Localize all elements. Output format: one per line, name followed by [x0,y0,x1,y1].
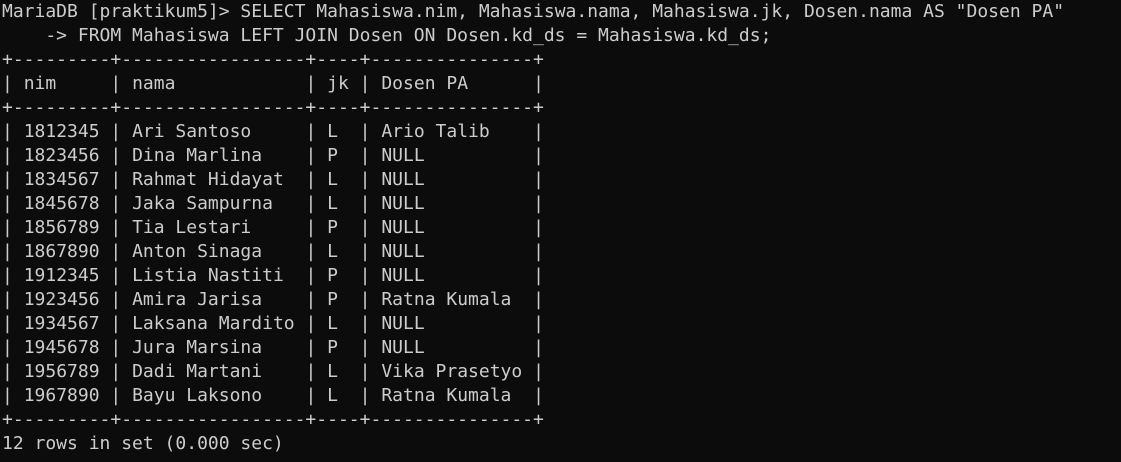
table-cell: 1945678 [23,337,100,358]
column-header: Dosen PA [381,73,469,94]
table-cell: P [327,337,338,358]
table-cell: NULL [381,265,425,286]
table-cell: NULL [381,313,425,334]
result-table: +---------+-----------------+----+------… [2,48,1121,432]
sql-command-continuation: FROM Mahasiswa LEFT JOIN Dosen ON Dosen.… [77,25,772,46]
column-header: nama [132,73,176,94]
table-cell: Jura Marsina [132,337,263,358]
table-row: | 1956789 | Dadi Martani | L | Vika Pras… [2,361,544,382]
table-border: +---------+-----------------+----+------… [2,49,544,70]
table-row: | 1812345 | Ari Santoso | L | Ario Talib… [2,121,544,142]
table-row: | 1967890 | Bayu Laksono | L | Ratna Kum… [2,385,544,406]
command-line-2: -> FROM Mahasiswa LEFT JOIN Dosen ON Dos… [2,24,1121,48]
table-cell: Anton Sinaga [132,241,263,262]
table-cell: NULL [381,241,425,262]
table-cell: Laksana Mardito [132,313,295,334]
table-cell: L [327,169,338,190]
mariadb-prompt: MariaDB [praktikum5]> [2,1,241,22]
table-cell: Dina Marlina [132,145,263,166]
table-cell: L [327,241,338,262]
table-border: +---------+-----------------+----+------… [2,409,544,430]
column-header: nim [23,73,57,94]
table-cell: NULL [381,193,425,214]
table-cell: Ari Santoso [132,121,252,142]
table-cell: L [327,385,338,406]
table-cell: 1812345 [23,121,100,142]
table-row: | 1867890 | Anton Sinaga | L | NULL | [2,241,544,262]
table-cell: NULL [381,145,425,166]
table-cell: Bayu Laksono [132,385,263,406]
command-line-1: MariaDB [praktikum5]> SELECT Mahasiswa.n… [2,0,1121,24]
table-cell: 1867890 [23,241,100,262]
table-cell: 1956789 [23,361,100,382]
table-cell: Tia Lestari [132,217,252,238]
table-cell: NULL [381,169,425,190]
result-footer: 12 rows in set (0.000 sec) [2,433,284,454]
table-cell: L [327,121,338,142]
table-header: | nim | nama | jk | Dosen PA | [2,73,544,94]
table-cell: Rahmat Hidayat [132,169,284,190]
table-row: | 1912345 | Listia Nastiti | P | NULL | [2,265,544,286]
table-cell: 1934567 [23,313,100,334]
table-cell: Vika Prasetyo [381,361,523,382]
table-cell: L [327,313,338,334]
table-row: | 1834567 | Rahmat Hidayat | L | NULL | [2,169,544,190]
table-cell: 1923456 [23,289,100,310]
table-cell: Listia Nastiti [132,265,284,286]
table-cell: P [327,217,338,238]
table-row: | 1823456 | Dina Marlina | P | NULL | [2,145,544,166]
table-cell: NULL [381,337,425,358]
table-cell: Jaka Sampurna [132,193,273,214]
table-border: +---------+-----------------+----+------… [2,97,544,118]
terminal-window[interactable]: MariaDB [praktikum5]> SELECT Mahasiswa.n… [0,0,1121,462]
table-cell: Ario Talib [381,121,490,142]
table-cell: 1856789 [23,217,100,238]
table-row: | 1845678 | Jaka Sampurna | L | NULL | [2,193,544,214]
table-cell: P [327,289,338,310]
table-row: | 1934567 | Laksana Mardito | L | NULL | [2,313,544,334]
table-row: | 1856789 | Tia Lestari | P | NULL | [2,217,544,238]
table-cell: 1823456 [23,145,100,166]
table-row: | 1923456 | Amira Jarisa | P | Ratna Kum… [2,289,544,310]
table-cell: Ratna Kumala [381,385,512,406]
table-cell: P [327,265,338,286]
table-cell: P [327,145,338,166]
table-cell: 1834567 [23,169,100,190]
table-cell: 1912345 [23,265,100,286]
table-cell: L [327,361,338,382]
table-row: | 1945678 | Jura Marsina | P | NULL | [2,337,544,358]
continuation-prompt: -> [2,25,78,46]
table-cell: 1967890 [23,385,100,406]
table-cell: 1845678 [23,193,100,214]
table-cell: Ratna Kumala [381,289,512,310]
sql-command-text: SELECT Mahasiswa.nim, Mahasiswa.nama, Ma… [240,1,1065,22]
column-header: jk [327,73,349,94]
table-cell: NULL [381,217,425,238]
table-cell: L [327,193,338,214]
table-cell: Dadi Martani [132,361,263,382]
table-cell: Amira Jarisa [132,289,263,310]
